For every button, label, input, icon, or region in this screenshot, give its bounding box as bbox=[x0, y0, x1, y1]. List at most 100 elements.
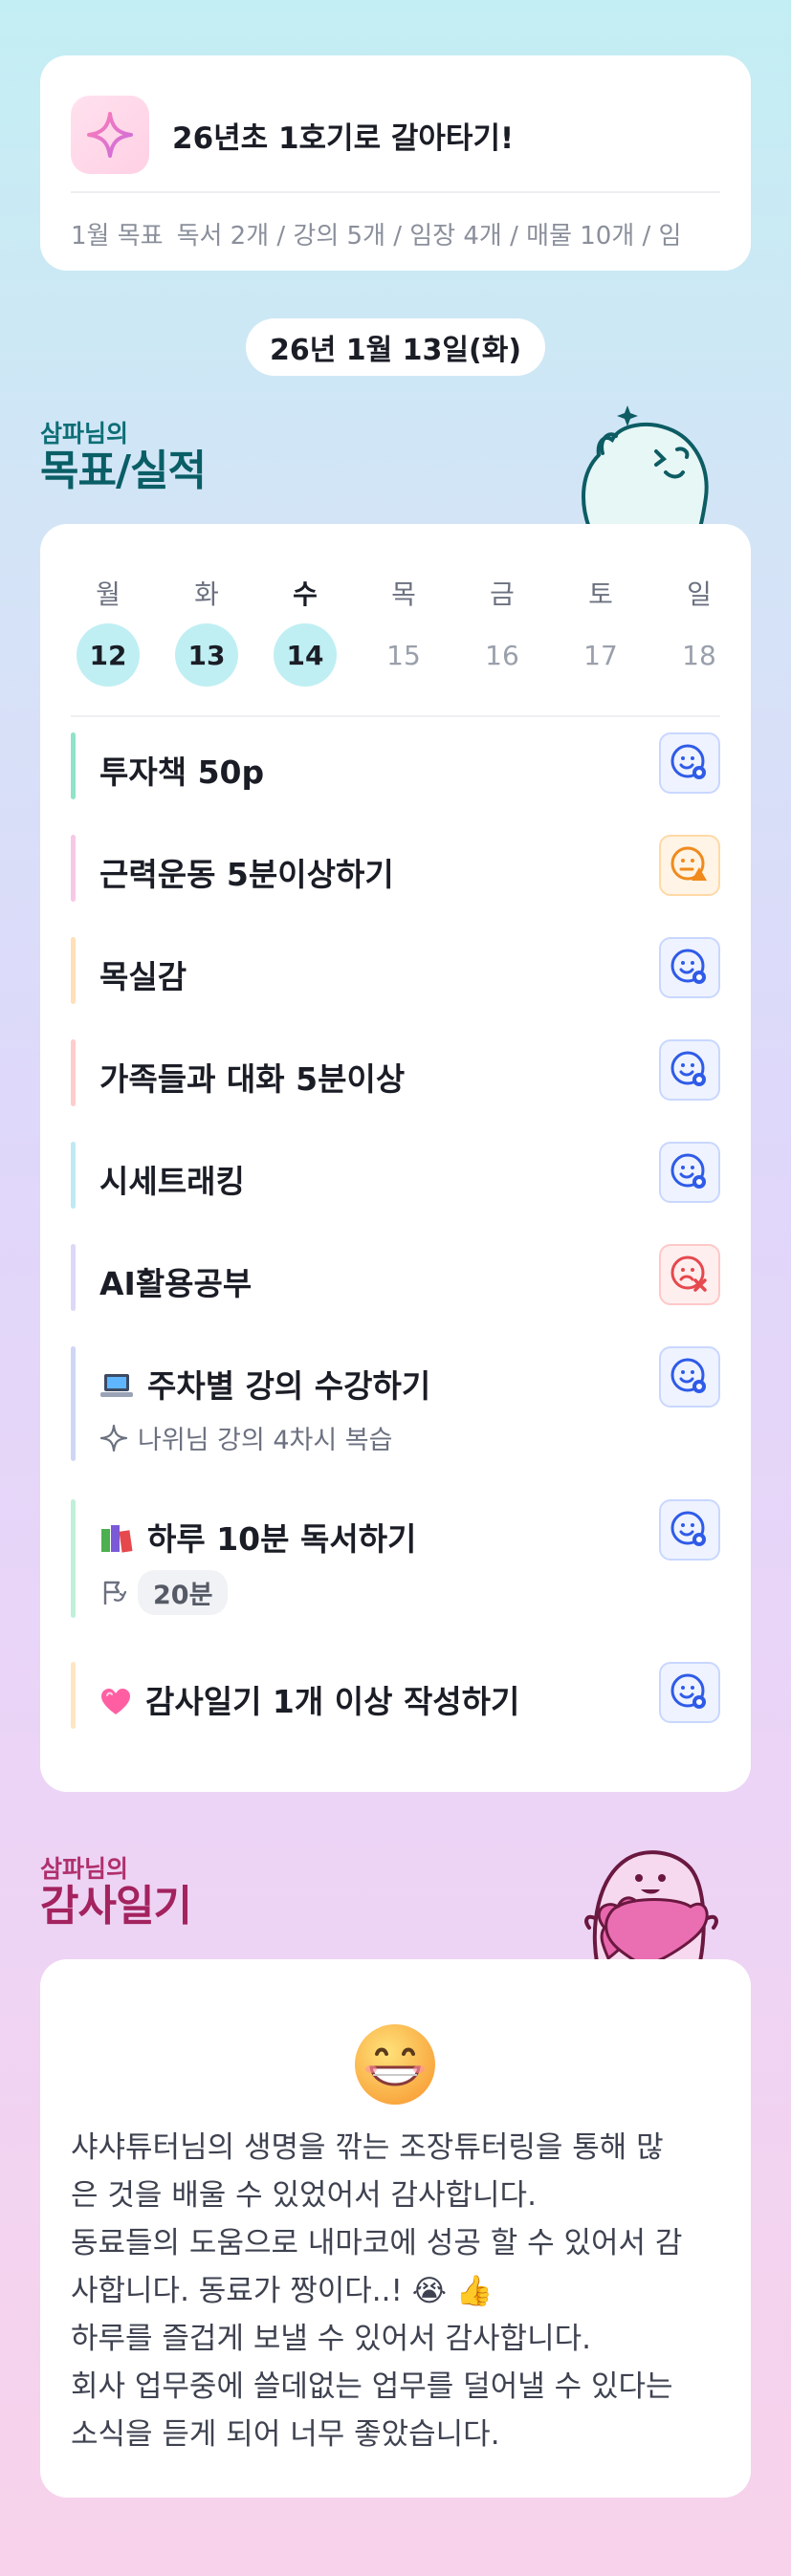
diary-text: 샤샤튜터님의 생명을 깎는 조장튜터링을 통해 많 은 것을 배울 수 있었어서… bbox=[71, 2124, 720, 2458]
day-tue[interactable]: 화 13 bbox=[173, 574, 240, 687]
goal-color-bar bbox=[71, 835, 76, 902]
day-name: 화 bbox=[194, 579, 219, 610]
goal-label: 근력운동 5분이상하기 bbox=[99, 856, 394, 893]
status-fail-button[interactable] bbox=[659, 1244, 720, 1305]
smile-check-icon bbox=[670, 1153, 706, 1189]
goal-color-bar bbox=[71, 1662, 76, 1729]
goal-title: 26년초 1호기로 갈아타기! bbox=[172, 120, 515, 156]
day-name: 일 bbox=[687, 579, 712, 610]
day-sat[interactable]: 토 17 bbox=[567, 574, 634, 687]
goal-note-text: 나위님 강의 4차시 복습 bbox=[138, 1426, 393, 1455]
diary-line: 샤샤튜터님의 생명을 깎는 조장튜터링을 통해 많 bbox=[71, 2130, 664, 2165]
goal-color-bar bbox=[71, 937, 76, 1004]
sparkle-icon bbox=[71, 96, 149, 174]
status-success-button[interactable] bbox=[659, 1662, 720, 1723]
goals-section-title: 목표/실적 bbox=[40, 447, 207, 495]
smile-check-icon bbox=[670, 949, 706, 984]
goal-label: 목실감 bbox=[99, 958, 187, 995]
goal-label: AI활용공부 bbox=[99, 1265, 253, 1302]
diary-line: 소식을 듣게 되어 너무 좋았습니다. bbox=[71, 2417, 500, 2452]
week-strip: 월 12 화 13 수 14 목 15 금 16 토 17 일 18 bbox=[40, 574, 751, 698]
goals-card: 월 12 화 13 수 14 목 15 금 16 토 17 일 18 투자책 5… bbox=[40, 524, 751, 1792]
goal-progress: 20분 bbox=[99, 1570, 229, 1615]
day-name: 금 bbox=[490, 579, 515, 610]
smile-check-icon bbox=[670, 1511, 706, 1546]
frown-x-icon bbox=[670, 1255, 707, 1292]
goal-item[interactable]: 가족들과 대화 5분이상 bbox=[71, 1039, 720, 1106]
targets-text: 독서 2개 / 강의 5개 / 임장 4개 / 매물 10개 / 임 bbox=[176, 222, 682, 251]
goal-color-bar bbox=[71, 1039, 76, 1106]
goal-item[interactable]: 근력운동 5분이상하기 bbox=[71, 835, 720, 902]
goal-color-bar bbox=[71, 1346, 76, 1461]
date-pill[interactable]: 26년 1월 13일(화) bbox=[246, 318, 545, 376]
status-success-button[interactable] bbox=[659, 1499, 720, 1561]
status-success-button[interactable] bbox=[659, 937, 720, 998]
day-mon[interactable]: 월 12 bbox=[75, 574, 142, 687]
day-number: 13 bbox=[175, 623, 238, 687]
diary-line: 은 것을 배울 수 있었어서 감사합니다. bbox=[71, 2178, 537, 2213]
status-success-button[interactable] bbox=[659, 1039, 720, 1101]
status-success-button[interactable] bbox=[659, 1142, 720, 1203]
smile-check-icon bbox=[670, 1051, 706, 1086]
goal-item[interactable]: 투자책 50p bbox=[71, 732, 720, 799]
goal-label: 시세트래킹 bbox=[99, 1163, 245, 1200]
duration-chip: 20분 bbox=[138, 1570, 229, 1615]
day-number: 16 bbox=[485, 639, 519, 671]
day-sun[interactable]: 일 18 bbox=[666, 574, 733, 687]
mascot-waving-illustration bbox=[582, 405, 709, 528]
day-number: 17 bbox=[583, 639, 618, 671]
goal-label: 주차별 강의 수강하기 bbox=[147, 1367, 431, 1405]
goal-label: 감사일기 1개 이상 작성하기 bbox=[145, 1683, 520, 1720]
goal-item[interactable]: 주차별 강의 수강하기 나위님 강의 4차시 복습 bbox=[71, 1346, 720, 1461]
smile-check-icon bbox=[670, 1673, 706, 1709]
goal-label: 하루 10분 독서하기 bbox=[147, 1520, 417, 1558]
laptop-icon bbox=[99, 1367, 134, 1405]
goal-item[interactable]: 하루 10분 독서하기 20분 bbox=[71, 1499, 720, 1618]
goal-item[interactable]: AI활용공부 bbox=[71, 1244, 720, 1311]
month-label: 1월 목표 bbox=[71, 222, 164, 251]
day-number: 12 bbox=[77, 623, 140, 687]
mascot-heart-illustration bbox=[584, 1850, 718, 1962]
goal-label-row: 주차별 강의 수강하기 bbox=[99, 1361, 430, 1407]
goal-item[interactable]: 감사일기 1개 이상 작성하기 bbox=[71, 1662, 720, 1729]
goal-card[interactable]: 26년초 1호기로 갈아타기! 1월 목표 독서 2개 / 강의 5개 / 임장 … bbox=[40, 55, 751, 271]
divider bbox=[71, 191, 720, 193]
day-wed[interactable]: 수 14 bbox=[272, 574, 339, 687]
divider bbox=[71, 715, 720, 717]
books-icon bbox=[99, 1520, 134, 1558]
goal-color-bar bbox=[71, 1244, 76, 1311]
goal-color-bar bbox=[71, 732, 76, 799]
status-success-button[interactable] bbox=[659, 1346, 720, 1408]
diary-line: 동료들의 도움으로 내마코에 성공 할 수 있어서 감 bbox=[71, 2226, 683, 2260]
goal-note: 나위님 강의 4차시 복습 bbox=[99, 1419, 393, 1456]
heart-icon bbox=[99, 1683, 132, 1720]
goal-label-row: 감사일기 1개 이상 작성하기 bbox=[99, 1676, 519, 1722]
goal-label: 투자책 50p bbox=[99, 753, 265, 791]
day-thu[interactable]: 목 15 bbox=[370, 574, 437, 687]
grinning-face-icon bbox=[355, 2024, 435, 2105]
goal-label: 가족들과 대화 5분이상 bbox=[99, 1060, 406, 1098]
goal-header: 26년초 1호기로 갈아타기! bbox=[71, 96, 514, 174]
day-number: 18 bbox=[682, 639, 716, 671]
diary-line: 사합니다. 동료가 짱이다..! 😭 👍 bbox=[71, 2274, 494, 2308]
monthly-targets: 1월 목표 독서 2개 / 강의 5개 / 임장 4개 / 매물 10개 / 임 bbox=[71, 216, 751, 251]
smile-check-icon bbox=[670, 1358, 706, 1393]
gratitude-diary-card[interactable]: 샤샤튜터님의 생명을 깎는 조장튜터링을 통해 많 은 것을 배울 수 있었어서… bbox=[40, 1959, 751, 2498]
goal-color-bar bbox=[71, 1142, 76, 1209]
day-name: 수 bbox=[293, 579, 318, 610]
sparkle-outline-icon bbox=[99, 1424, 128, 1452]
goal-item[interactable]: 목실감 bbox=[71, 937, 720, 1004]
day-number: 15 bbox=[386, 639, 421, 671]
day-fri[interactable]: 금 16 bbox=[469, 574, 536, 687]
status-success-button[interactable] bbox=[659, 732, 720, 794]
status-partial-button[interactable] bbox=[659, 835, 720, 896]
diary-section-title: 감사일기 bbox=[40, 1882, 192, 1931]
goal-color-bar bbox=[71, 1499, 76, 1618]
day-name: 토 bbox=[588, 579, 613, 610]
day-name: 목 bbox=[391, 579, 416, 610]
flag-repeat-icon bbox=[103, 1581, 127, 1605]
goal-item[interactable]: 시세트래킹 bbox=[71, 1142, 720, 1209]
smile-warning-icon bbox=[670, 846, 707, 881]
smile-check-icon bbox=[670, 744, 706, 779]
day-number: 14 bbox=[274, 623, 337, 687]
